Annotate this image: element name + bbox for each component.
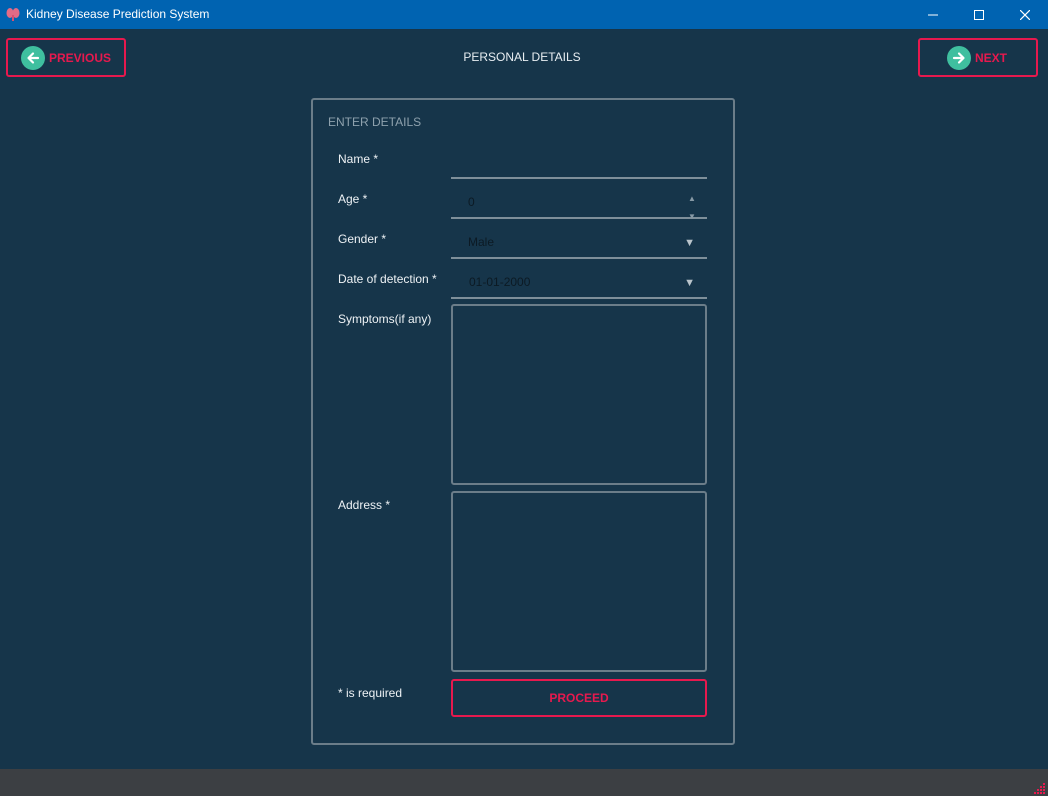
- resize-grip-icon[interactable]: [1032, 780, 1046, 794]
- gender-value: Male: [468, 235, 495, 249]
- arrow-right-icon: [947, 45, 971, 70]
- proceed-button[interactable]: PROCEED: [451, 679, 707, 717]
- age-stepper[interactable]: ▲ ▼: [687, 190, 697, 226]
- maximize-icon: [974, 9, 984, 20]
- maximize-button[interactable]: [956, 0, 1002, 29]
- spin-down-icon[interactable]: ▼: [687, 208, 697, 226]
- section-title: ENTER DETAILS: [328, 115, 422, 129]
- address-label: Address *: [338, 498, 391, 512]
- chevron-down-icon: ▼: [684, 237, 695, 249]
- minimize-icon: [928, 14, 938, 15]
- minimize-button[interactable]: [910, 0, 956, 29]
- gender-select[interactable]: Male ▼: [451, 235, 707, 259]
- close-button[interactable]: [1002, 0, 1048, 29]
- chevron-down-icon: ▼: [684, 277, 695, 289]
- name-label: Name *: [338, 152, 379, 166]
- name-input[interactable]: [451, 157, 707, 179]
- symptoms-label: Symptoms(if any): [338, 312, 432, 326]
- kidney-icon: [5, 6, 21, 22]
- title-bar: Kidney Disease Prediction System: [0, 0, 1048, 29]
- age-label: Age *: [338, 192, 368, 206]
- next-button[interactable]: NEXT: [918, 38, 1038, 77]
- page-title: PERSONAL DETAILS: [463, 50, 581, 64]
- window-title: Kidney Disease Prediction System: [26, 7, 210, 21]
- date-value: 01-01-2000: [469, 275, 531, 289]
- gender-label: Gender *: [338, 232, 387, 246]
- status-bar: [0, 769, 1048, 796]
- date-label: Date of detection *: [338, 272, 437, 286]
- close-icon: [1020, 9, 1030, 20]
- date-picker[interactable]: 01-01-2000 ▼: [451, 275, 707, 299]
- age-spinbox[interactable]: 0 ▲ ▼: [451, 194, 707, 221]
- symptoms-textarea[interactable]: [451, 304, 707, 485]
- required-note: * is required: [338, 686, 403, 700]
- age-value: 0: [468, 195, 475, 209]
- spin-up-icon[interactable]: ▲: [687, 190, 697, 208]
- next-label: NEXT: [975, 50, 1008, 65]
- address-textarea[interactable]: [451, 491, 707, 672]
